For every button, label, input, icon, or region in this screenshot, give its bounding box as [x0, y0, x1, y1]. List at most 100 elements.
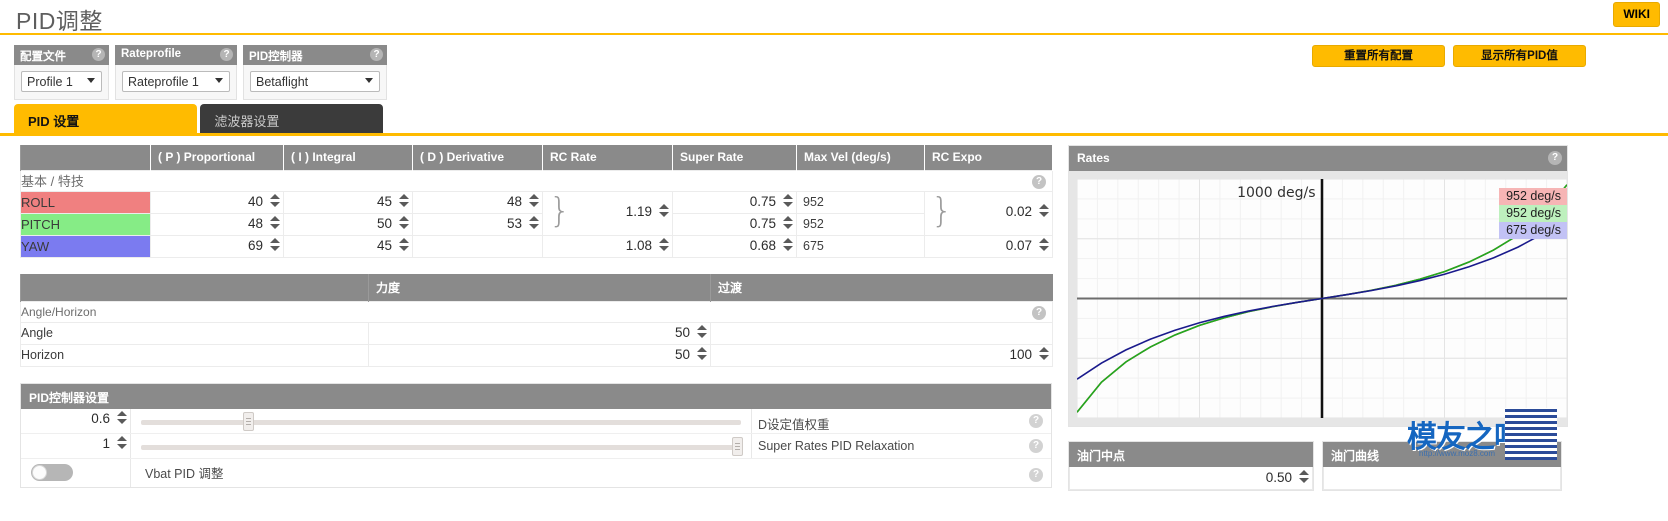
- stepper-rc-rate-rollpitch[interactable]: [658, 204, 669, 221]
- cell-rc-expo-rollpitch[interactable]: } 0.02: [924, 190, 1053, 236]
- cell-pitch-d[interactable]: 53: [412, 212, 543, 236]
- d-setpoint-weight-input[interactable]: 0.6: [21, 408, 131, 433]
- stepper-angle-strength[interactable]: [696, 324, 707, 342]
- stepper-roll-d[interactable]: [528, 193, 539, 211]
- help-icon[interactable]: ?: [1032, 174, 1046, 189]
- pid-col-rc-rate: RC Rate: [542, 145, 673, 170]
- stepper-yaw-i[interactable]: [398, 237, 409, 255]
- cell-yaw-i[interactable]: 45: [283, 234, 413, 258]
- pid-tuning-page: PID调整 WIKI 配置文件 ? Profile 1 Rateprofile …: [0, 0, 1668, 521]
- cell-yaw-super-rate[interactable]: 0.68: [672, 234, 797, 258]
- show-all-pids-button[interactable]: 显示所有PID值: [1453, 45, 1586, 67]
- tab-underline: [0, 133, 1668, 136]
- left-column: ( P ) Proportional ( I ) Integral ( D ) …: [20, 145, 1053, 488]
- value-yaw-max-vel: 675: [803, 238, 824, 253]
- stepper-pitch-i[interactable]: [398, 215, 409, 233]
- value-rc-expo-rollpitch: 0.02: [1005, 204, 1032, 219]
- help-icon[interactable]: ?: [220, 48, 233, 61]
- stepper-super-rates-relaxation[interactable]: [116, 435, 127, 453]
- value-throttle-mid: 0.50: [1265, 470, 1292, 485]
- group-brace-icon: }: [549, 191, 571, 231]
- cell-roll-i[interactable]: 45: [283, 190, 413, 214]
- cell-pitch-max-vel: 952: [796, 212, 925, 236]
- stepper-pitch-super-rate[interactable]: [782, 215, 793, 233]
- angle-group-label: Angle/Horizon: [21, 304, 97, 319]
- help-icon[interactable]: ?: [1029, 438, 1043, 453]
- stepper-horizon-transition[interactable]: [1038, 346, 1049, 364]
- rate-badge-yaw: 675 deg/s: [1499, 222, 1567, 239]
- cell-yaw-rc-expo[interactable]: 0.07: [924, 234, 1053, 258]
- slider-knob[interactable]: [732, 436, 743, 456]
- throttle-mid-input[interactable]: 0.50: [1069, 467, 1313, 490]
- super-rates-relaxation-slider[interactable]: [131, 434, 751, 458]
- super-rates-relaxation-input[interactable]: 1: [21, 433, 131, 458]
- throttle-row: 油门中点 0.50 油门曲线 模友之吧 http://www.moz8.com: [1068, 408, 1568, 491]
- vbat-pid-toggle[interactable]: [31, 464, 73, 481]
- angle-table-header-row: 力度 过渡: [20, 273, 1053, 301]
- stepper-roll-i[interactable]: [398, 193, 409, 211]
- help-icon[interactable]: ?: [1029, 413, 1043, 428]
- cell-roll-super-rate[interactable]: 0.75: [672, 190, 797, 214]
- axis-label-pitch: PITCH: [20, 212, 151, 236]
- stepper-rc-expo-rollpitch[interactable]: [1038, 204, 1049, 221]
- angle-horizon-table: 力度 过渡 Angle/Horizon ? Angle 50 Horizon 5…: [20, 273, 1053, 367]
- stepper-d-setpoint-weight[interactable]: [116, 410, 127, 428]
- throttle-curve-body: [1323, 467, 1561, 490]
- wiki-button[interactable]: WIKI: [1613, 2, 1660, 27]
- cell-yaw-rc-rate[interactable]: 1.08: [542, 234, 673, 258]
- cell-yaw-p[interactable]: 69: [150, 234, 284, 258]
- value-super-rates-relaxation: 1: [102, 435, 110, 451]
- stepper-horizon-strength[interactable]: [696, 346, 707, 364]
- stepper-throttle-mid[interactable]: [1298, 470, 1309, 487]
- profile-select[interactable]: Profile 1: [21, 71, 102, 92]
- value-yaw-rc-expo: 0.07: [1005, 237, 1032, 253]
- help-icon[interactable]: ?: [1029, 468, 1043, 482]
- help-icon[interactable]: ?: [1548, 151, 1562, 165]
- cell-horizon-strength[interactable]: 50: [368, 343, 711, 367]
- cell-angle-strength[interactable]: 50: [368, 321, 711, 345]
- stepper-pitch-d[interactable]: [528, 215, 539, 233]
- tab-pid-settings[interactable]: PID 设置: [14, 104, 197, 134]
- pid-group-row: 基本 / 特技 ?: [20, 169, 1053, 192]
- value-yaw-super-rate: 0.68: [749, 237, 776, 253]
- cell-yaw-max-vel: 675: [796, 234, 925, 258]
- pid-group-label-cell: 基本 / 特技 ?: [20, 169, 1053, 192]
- stepper-yaw-rc-expo[interactable]: [1038, 237, 1049, 255]
- rateprofile-group-label: Rateprofile: [121, 48, 182, 60]
- cell-pitch-super-rate[interactable]: 0.75: [672, 212, 797, 236]
- cell-pitch-i[interactable]: 50: [283, 212, 413, 236]
- chevron-down-icon: [215, 78, 223, 83]
- help-icon[interactable]: ?: [1032, 305, 1046, 320]
- cell-rc-rate-rollpitch[interactable]: } 1.19: [542, 190, 673, 236]
- stepper-yaw-p[interactable]: [269, 237, 280, 255]
- pid-controller-select[interactable]: Betaflight: [250, 71, 380, 92]
- value-d-setpoint-weight: 0.6: [91, 410, 110, 426]
- d-setpoint-weight-slider[interactable]: [131, 409, 751, 433]
- help-icon[interactable]: ?: [92, 48, 105, 61]
- rateprofile-select[interactable]: Rateprofile 1: [122, 71, 230, 92]
- cell-roll-p[interactable]: 40: [150, 190, 284, 214]
- pid-controller-select-value: Betaflight: [256, 75, 309, 89]
- slider-track: [141, 419, 741, 425]
- stepper-roll-p[interactable]: [269, 193, 280, 211]
- super-rates-relaxation-label-cell: Super Rates PID Relaxation ?: [751, 433, 1051, 458]
- stepper-yaw-super-rate[interactable]: [782, 237, 793, 255]
- value-horizon-transition: 100: [1009, 346, 1032, 362]
- angle-group-row: Angle/Horizon ?: [20, 300, 1053, 323]
- rateprofile-select-group: Rateprofile ? Rateprofile 1: [115, 45, 237, 100]
- controller-select-group: PID控制器 ? Betaflight: [243, 45, 387, 100]
- help-icon[interactable]: ?: [370, 48, 383, 61]
- stepper-yaw-rc-rate[interactable]: [658, 237, 669, 255]
- stepper-roll-super-rate[interactable]: [782, 193, 793, 211]
- pid-col-i: ( I ) Integral: [283, 145, 413, 170]
- cell-roll-d[interactable]: 48: [412, 190, 543, 214]
- stepper-pitch-p[interactable]: [269, 215, 280, 233]
- rateprofile-select-value: Rateprofile 1: [128, 75, 199, 89]
- cell-horizon-transition[interactable]: 100: [710, 343, 1053, 367]
- slider-knob[interactable]: [242, 411, 254, 431]
- rates-chart-wrapper: 1000 deg/s 952 deg/s 952 deg/s 675 deg/s: [1069, 171, 1567, 426]
- cell-pitch-p[interactable]: 48: [150, 212, 284, 236]
- tab-filter-settings[interactable]: 滤波器设置: [200, 104, 384, 134]
- reset-all-button[interactable]: 重置所有配置: [1312, 45, 1445, 67]
- cell-angle-transition: [710, 321, 1053, 345]
